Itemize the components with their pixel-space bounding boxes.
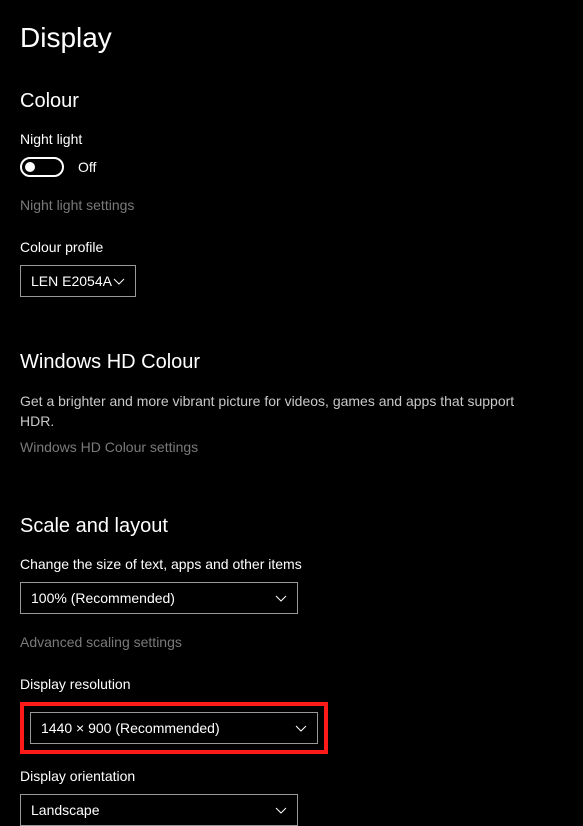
night-light-state: Off xyxy=(78,159,96,175)
page-title: Display xyxy=(20,22,563,54)
resolution-highlight: 1440 × 900 (Recommended) xyxy=(20,702,328,754)
night-light-settings-link: Night light settings xyxy=(20,197,563,213)
section-hd-heading: Windows HD Colour xyxy=(20,351,563,374)
chevron-down-icon xyxy=(113,278,125,285)
hd-description: Get a brighter and more vibrant picture … xyxy=(20,392,520,431)
night-light-toggle[interactable] xyxy=(20,157,64,177)
orientation-dropdown[interactable]: Landscape xyxy=(20,794,298,826)
scale-size-value: 100% (Recommended) xyxy=(31,590,175,606)
resolution-dropdown[interactable]: 1440 × 900 (Recommended) xyxy=(30,712,318,744)
chevron-down-icon xyxy=(275,595,287,602)
night-light-label: Night light xyxy=(20,131,563,147)
toggle-knob xyxy=(25,162,35,172)
orientation-label: Display orientation xyxy=(20,768,563,784)
colour-profile-dropdown[interactable]: LEN E2054A xyxy=(20,265,136,297)
colour-profile-value: LEN E2054A xyxy=(31,273,112,289)
scale-size-label: Change the size of text, apps and other … xyxy=(20,556,563,572)
chevron-down-icon xyxy=(275,807,287,814)
scale-size-dropdown[interactable]: 100% (Recommended) xyxy=(20,582,298,614)
section-colour-heading: Colour xyxy=(20,90,563,113)
resolution-value: 1440 × 900 (Recommended) xyxy=(41,720,220,736)
hd-settings-link: Windows HD Colour settings xyxy=(20,439,563,455)
resolution-label: Display resolution xyxy=(20,676,563,692)
section-scale-heading: Scale and layout xyxy=(20,515,563,538)
colour-profile-label: Colour profile xyxy=(20,239,563,255)
orientation-value: Landscape xyxy=(31,802,100,818)
advanced-scaling-link: Advanced scaling settings xyxy=(20,634,563,650)
chevron-down-icon xyxy=(295,725,307,732)
